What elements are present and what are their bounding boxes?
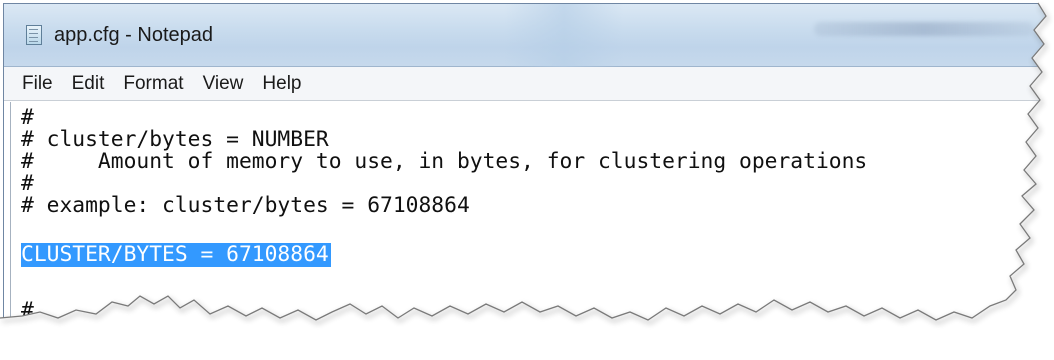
menu-format[interactable]: Format xyxy=(115,73,191,95)
menu-edit[interactable]: Edit xyxy=(64,73,113,95)
title-bar[interactable]: app.cfg - Notepad xyxy=(4,4,1054,67)
notepad-window: app.cfg - Notepad File Edit Format View … xyxy=(3,3,1054,360)
menu-file[interactable]: File xyxy=(14,73,61,95)
menu-help[interactable]: Help xyxy=(254,73,309,95)
editor-line-8: # xyxy=(21,298,34,323)
blurred-background-text xyxy=(814,22,1034,36)
editor-line-3: # Amount of memory to use, in bytes, for… xyxy=(21,149,868,174)
editor-line-5: # example: cluster/bytes = 67108864 xyxy=(21,193,470,218)
menu-bar: File Edit Format View Help xyxy=(4,67,1054,101)
menu-view[interactable]: View xyxy=(195,73,252,95)
editor-line-selected: CLUSTER/BYTES = 67108864 xyxy=(21,242,331,267)
screenshot-stage: app.cfg - Notepad File Edit Format View … xyxy=(0,0,1054,360)
text-editor-area[interactable]: # # cluster/bytes = NUMBER # Amount of m… xyxy=(10,102,1054,360)
title-bar-glow xyxy=(504,4,624,67)
notepad-icon[interactable] xyxy=(26,25,42,45)
window-title: app.cfg - Notepad xyxy=(54,24,213,46)
